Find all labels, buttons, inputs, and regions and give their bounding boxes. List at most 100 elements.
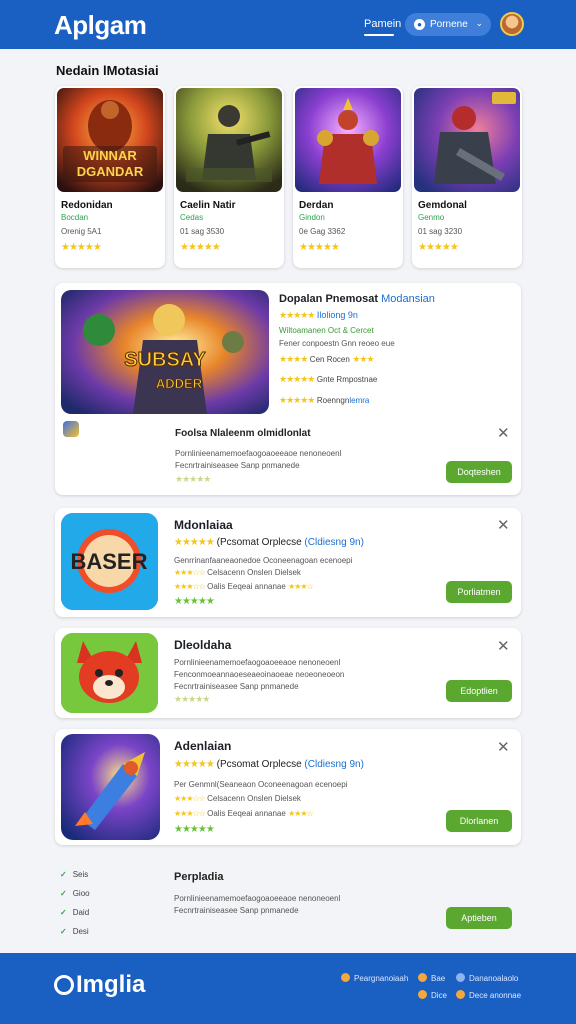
app-desc: Genrrinanfaaneaonedoe Oconeenagoan eceno… <box>174 556 353 565</box>
footer-link[interactable]: Dananoalaolo <box>456 973 518 983</box>
game-meta: 0e Gag 3362 <box>299 227 346 236</box>
game-card[interactable]: Gemdonal Genmo 01 sag 3230 ★★★★★ <box>412 86 522 268</box>
chevron-down-icon: ⌄ <box>475 18 483 28</box>
close-icon[interactable]: ✕ <box>497 424 510 442</box>
app-desc-row: ★★★☆☆ Oalis Eeqeai annanae ★★★☆ <box>174 809 314 818</box>
featured-desc: Fener conpoestn Gnn reoeo eue <box>279 339 395 348</box>
game-title: Redonidan <box>61 200 113 211</box>
app-title: Mdonlaiaa <box>174 518 233 532</box>
game-art: WINNAR DGANDAR <box>57 88 163 192</box>
app-desc-row: ★★★☆☆ Oalis Eeqeai annanae ★★★☆ <box>174 582 314 591</box>
featured-action-button[interactable]: Doqteshen <box>446 461 512 483</box>
app-icon <box>61 633 158 713</box>
app-title: Dleoldaha <box>174 638 232 652</box>
featured-rating: ★★★★★ Iloliong 9n <box>279 310 358 320</box>
game-meta: 01 sag 3530 <box>180 227 225 236</box>
app-title: Adenlaian <box>174 739 232 753</box>
app-card[interactable]: Dleoldaha Pornlinieenamemoefaogoaoeeaoe … <box>55 628 521 718</box>
footer-logo[interactable]: Imglia <box>54 971 145 999</box>
game-genre: Bocdan <box>61 213 89 222</box>
featured-desc-stars: ★★★★★ <box>175 474 211 484</box>
game-genre: Cedas <box>180 213 204 222</box>
footer: Imglia Peargnanoiaah Bae Dananoalaolo Di… <box>0 953 576 1024</box>
footer-link[interactable]: Dice <box>418 990 447 1000</box>
game-meta: Orenig 5A1 <box>61 227 102 236</box>
app-action-button[interactable]: Edoptlien <box>446 680 512 702</box>
top-bar: Aplgam Pamein ● Pornene ⌄ <box>0 0 576 49</box>
featured-art: SUBSAY ADDER <box>61 290 269 414</box>
game-art-text: WINNAR <box>83 148 137 163</box>
featured-row: ★★★★★ Gnte Rmpostnae <box>279 374 378 384</box>
rating-stars: ★★★★★ <box>299 242 340 253</box>
game-title: Caelin Natir <box>180 200 236 211</box>
nav-active-indicator <box>364 34 394 36</box>
side-list-item[interactable]: ✓ Seis <box>60 870 88 879</box>
game-art <box>176 88 282 192</box>
game-genre: Genmo <box>418 213 445 222</box>
app-desc: Pornlinieenamemoefaogoaoeeaoe nenoneoenl <box>174 658 341 667</box>
side-list-item[interactable]: ✓ Desi <box>60 927 89 936</box>
app-action-button[interactable]: Porliatmen <box>446 581 512 603</box>
app-green-stars: ★★★★★ <box>174 824 215 835</box>
section-desc: Fecnrtrainiseasee Sanp pnmanede <box>174 906 299 915</box>
app-desc-row: ★★★☆☆ Celsacenn Onslen Dielsek <box>174 568 301 577</box>
section-action-button[interactable]: Aptieben <box>446 907 512 929</box>
featured-tagline: Wiltoamanen Oct & Cercet <box>279 326 374 335</box>
app-icon <box>61 734 160 840</box>
close-icon[interactable]: ✕ <box>497 516 510 534</box>
game-genre: Gindon <box>299 213 325 222</box>
avatar[interactable] <box>500 12 524 36</box>
app-rating: ★★★★★ (Pcsomat Orplecse (Cldiesng 9n) <box>174 759 364 770</box>
search-pill-button[interactable]: ● Pornene ⌄ <box>405 13 491 36</box>
close-icon[interactable]: ✕ <box>497 637 510 655</box>
featured-title: Dopalan Pnemosat Modansian <box>279 293 435 305</box>
close-icon[interactable]: ✕ <box>497 738 510 756</box>
app-card[interactable]: Adenlaian ★★★★★ (Pcsomat Orplecse (Cldie… <box>55 729 521 845</box>
app-desc-row: ★★★☆☆ Celsacenn Onslen Dielsek <box>174 794 301 803</box>
app-action-button[interactable]: Dlorlanen <box>446 810 512 832</box>
app-logo[interactable]: Aplgam <box>54 10 147 41</box>
game-meta: 01 sag 3230 <box>418 227 463 236</box>
game-card[interactable]: Caelin Natir Cedas 01 sag 3530 ★★★★★ <box>174 86 284 268</box>
svg-text:DGANDAR: DGANDAR <box>77 164 144 179</box>
app-green-stars: ★★★★★ <box>174 694 210 704</box>
featured-subtitle: Foolsa Nlaleenm olmidlonlat <box>175 428 311 439</box>
footer-link[interactable]: Peargnanoiaah <box>341 973 408 983</box>
game-card[interactable]: Derdan Gindon 0e Gag 3362 ★★★★★ <box>293 86 403 268</box>
nav-link[interactable]: Pamein <box>364 18 401 30</box>
rating-stars: ★★★★★ <box>61 242 102 253</box>
side-list-item[interactable]: ✓ Gioo <box>60 889 90 898</box>
app-icon: BASER <box>61 513 158 610</box>
featured-card[interactable]: SUBSAY ADDER Dopalan Pnemosat Modansian … <box>55 283 521 495</box>
featured-desc-line: Pornlinieenamemoefaogoaoeeaoe nenoneoenl <box>175 449 342 458</box>
rating-stars: ★★★★★ <box>180 242 221 253</box>
game-card[interactable]: WINNAR DGANDAR Redonidan Bocdan Orenig 5… <box>55 86 165 268</box>
footer-link[interactable]: Dece anonnae <box>456 990 521 1000</box>
app-desc: Fecnrtrainiseasee Sanp pnmanede <box>174 682 299 691</box>
game-title: Gemdonal <box>418 200 467 211</box>
section-heading: Perpladia <box>174 871 224 883</box>
featured-row: ★★★★ Cen Rocen ★★★ <box>279 354 375 364</box>
app-green-stars: ★★★★★ <box>174 596 215 607</box>
app-icon-text: BASER <box>70 549 147 574</box>
game-art <box>295 88 401 192</box>
footer-link[interactable]: Bae <box>418 973 445 983</box>
rating-stars: ★★★★★ <box>418 242 459 253</box>
featured-art-title: SUBSAY <box>124 349 206 371</box>
game-title: Derdan <box>299 200 334 211</box>
logo-ring-icon <box>54 975 74 995</box>
featured-row: ★★★★★ Roenngnlemra <box>279 395 370 405</box>
app-rating: ★★★★★ (Pcsomat Orplecse (Cldiesng 9n) <box>174 537 364 548</box>
game-art <box>414 88 520 192</box>
search-icon: ● <box>414 19 425 30</box>
svg-text:ADDER: ADDER <box>156 376 203 391</box>
section-desc: Pornlinieenamemoefaogoaoeeaoe nenoneoenl <box>174 894 341 903</box>
app-card[interactable]: BASER Mdonlaiaa ★★★★★ (Pcsomat Orplecse … <box>55 508 521 617</box>
section-title: Nedain lMotasiai <box>56 63 159 78</box>
featured-desc-line: Fecnrtrainiseasee Sanp pnmanede <box>175 461 300 470</box>
app-desc: Per Genmnl(Seaneaon Oconeenagoan ecenoep… <box>174 780 348 789</box>
side-list-item[interactable]: ✓ Daid <box>60 908 89 917</box>
app-badge-icon <box>63 421 79 437</box>
app-desc: Fenconmoeannaoeseaeoinaoeae neoeoneoeon <box>174 670 345 679</box>
search-pill-label: Pornene <box>430 19 468 30</box>
